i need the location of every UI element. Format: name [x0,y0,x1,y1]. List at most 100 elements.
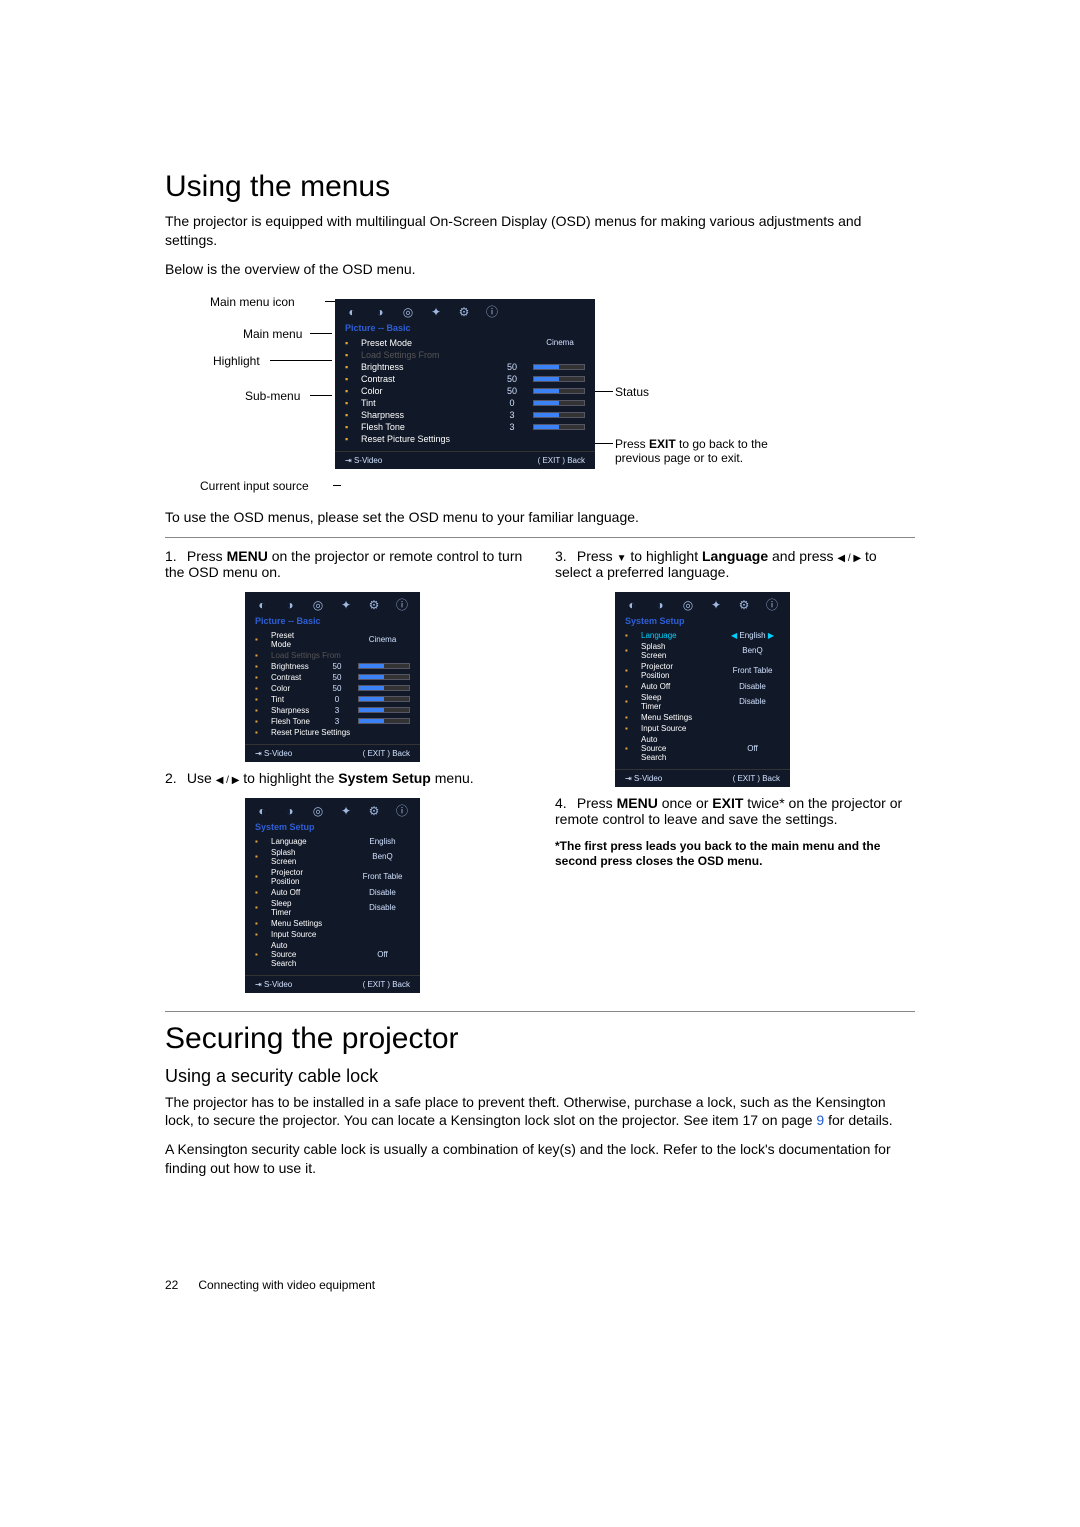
step-3: 3. Press ▼ to highlight Language and pre… [555,548,915,580]
row-label: Language [641,631,683,640]
row-label: Auto Source Search [271,941,313,968]
row-icon: ▪ [255,728,265,737]
osd-row: ▪Sharpness3 [335,409,595,421]
row-label: Preset Mode [271,631,313,649]
osd-row: ▪Load Settings From [245,650,420,661]
row-label: Auto Source Search [641,735,683,762]
row-value-right: Disable [355,888,410,897]
osd-tab-icon: ⓘ [485,305,499,319]
row-label: Sleep Timer [641,693,683,711]
osd-row: ▪Tint0 [335,397,595,409]
row-label: Splash Screen [641,642,683,660]
osd-row: ▪Sharpness3 [245,705,420,716]
osd-row: ▪Splash ScreenBenQ [615,641,790,661]
row-label: Input Source [641,724,744,733]
exit-button-label: ( EXIT ) [538,456,568,465]
page-number: 22 [165,1278,195,1292]
row-label: Contrast [271,673,316,682]
row-label: Language [271,837,313,846]
row-icon: ▪ [345,386,355,396]
row-icon: ▪ [625,744,635,753]
osd-screenshot-step3: ◐◑◎✦⚙ⓘ System Setup ▪Language◀ English ▶… [615,592,790,787]
osd-row: ▪Contrast50 [245,672,420,683]
osd-row: ▪Brightness50 [335,361,595,373]
osd-row: ▪Flesh Tone3 [335,421,595,433]
row-value: 0 [497,398,527,408]
row-value-right: Off [355,950,410,959]
row-label: Input Source [271,930,374,939]
osd-icon-row: ◐ ◑ ◎ ✦ ⚙ ⓘ [335,299,595,321]
row-value-right: Cinema [355,635,410,644]
row-value: 50 [322,662,352,671]
row-icon: ▪ [255,837,265,846]
row-label: Auto Off [641,682,683,691]
row-label: Projector Position [271,868,313,886]
annot-main-menu: Main menu [243,327,302,341]
osd-row: ▪Splash ScreenBenQ [245,847,420,867]
heading-securing: Securing the projector [165,1022,915,1056]
osd-row: ▪Tint0 [245,694,420,705]
osd-tab-icon: ◑ [283,598,297,612]
securing-p2: A Kensington security cable lock is usua… [165,1140,915,1178]
divider [165,537,915,538]
row-label: Auto Off [271,888,313,897]
row-icon: ▪ [255,673,265,682]
row-icon: ▪ [625,697,635,706]
row-label: Reset Picture Settings [271,728,374,737]
row-value-right: English [355,837,410,846]
row-icon: ▪ [255,950,265,959]
osd-row: ▪ Sleep Timer Disable [615,692,790,712]
osd-tab-icon: ◎ [311,804,325,818]
osd-row: ▪Input Source [615,723,790,734]
row-value-right: Off [725,744,780,753]
annot-main-menu-icon: Main menu icon [210,295,295,309]
row-label: Flesh Tone [271,717,316,726]
row-icon: ▪ [345,434,355,444]
row-icon: ▪ [255,662,265,671]
row-slider [533,424,585,430]
osd-row: ▪Flesh Tone3 [245,716,420,727]
osd-screenshot-step1: ◐◑◎✦⚙ⓘ Picture -- Basic ▪Preset ModeCine… [245,592,420,762]
row-value-right: Disable [725,697,780,706]
osd-row: ▪Brightness50 [245,661,420,672]
osd-tab-icon: ✦ [429,305,443,319]
step-1: 1. Press MENU on the projector or remote… [165,548,525,580]
osd-tab-icon: ◑ [653,598,667,612]
row-label: Load Settings From [361,350,549,360]
osd-tab-icon: ⚙ [367,598,381,612]
annot-current-input-source: Current input source [200,479,309,493]
row-label: Color [271,684,316,693]
osd-row: ▪ Language English [245,836,420,847]
osd-row: ▪Language◀ English ▶ [615,630,790,641]
row-icon: ▪ [625,666,635,675]
row-slider [533,400,585,406]
row-icon: ▪ [345,410,355,420]
row-slider [358,685,410,691]
row-icon: ▪ [625,646,635,655]
row-label: Brightness [361,362,491,372]
input-source-icon: ⇥ [345,456,354,465]
row-label: Sharpness [271,706,316,715]
osd-row: ▪Color50 [335,385,595,397]
osd-row: ▪Auto OffDisable [615,681,790,692]
row-value-right: Front Table [725,666,780,675]
row-value-right: Disable [725,682,780,691]
step-4: 4. Press MENU once or EXIT twice* on the… [555,795,915,827]
osd-row: ▪Menu Settings [615,712,790,723]
osd-row: ▪Projector PositionFront Table [615,661,790,681]
osd-menu-title: System Setup [615,614,790,630]
row-label: Sleep Timer [271,899,313,917]
row-icon: ▪ [345,422,355,432]
osd-row: ▪Auto OffDisable [245,887,420,898]
footer-section: Connecting with video equipment [198,1278,375,1292]
step-note: *The first press leads you back to the m… [555,839,915,870]
row-label: Splash Screen [271,848,313,866]
row-value: 3 [497,422,527,432]
osd-row: ▪Preset ModeCinema [245,630,420,650]
osd-row: ▪Projector PositionFront Table [245,867,420,887]
osd-tab-icon: ◐ [345,305,359,319]
row-label: Menu Settings [641,713,744,722]
row-slider [358,696,410,702]
row-value: 3 [497,410,527,420]
osd-tab-icon: ⓘ [395,804,409,818]
